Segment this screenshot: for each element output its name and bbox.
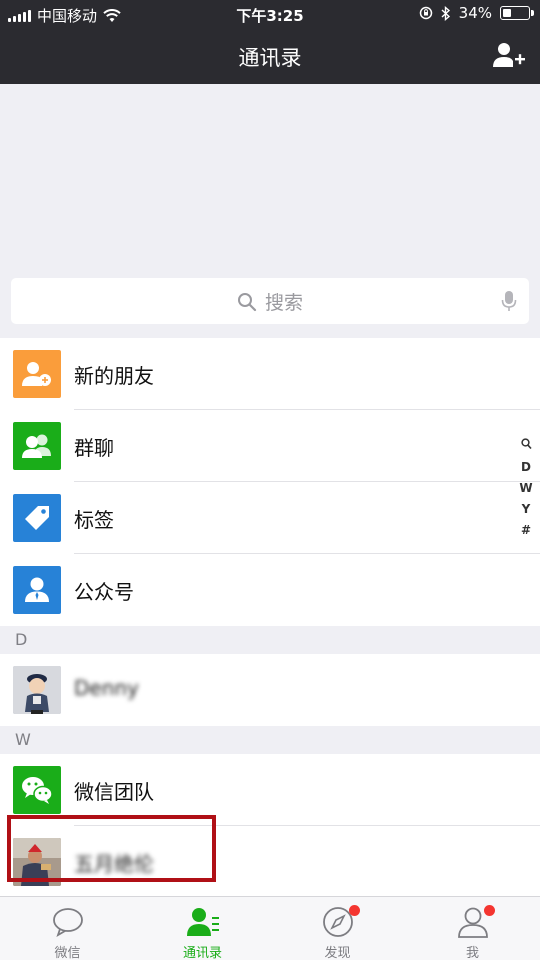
tab-label: 通讯录 [182,946,222,960]
row-group-chats[interactable]: 群聊 [0,410,540,482]
row-official-accounts[interactable]: 公众号 [0,554,540,626]
contact-name: Denny [74,676,139,700]
contact-name: 五月绝伦 [74,852,154,876]
add-contact-button[interactable] [492,40,526,72]
contact-row[interactable]: 五月绝伦 [0,826,540,898]
new-friend-icon [13,350,61,398]
section-letter: W [15,730,31,749]
row-label: 标签 [74,508,114,532]
tab-me[interactable]: 我 [405,897,540,960]
avatar [13,838,61,886]
page-title: 通讯录 [238,46,302,70]
contacts-icon [186,908,219,936]
badge-dot [484,905,495,916]
microphone-icon[interactable] [501,290,517,312]
tab-label: 我 [465,946,479,960]
tab-discover[interactable]: 发现 [270,897,405,960]
index-letter[interactable]: # [521,522,531,539]
wechat-team-icon [13,766,61,814]
official-account-icon [13,566,61,614]
contact-name: 微信团队 [74,780,154,804]
tab-contacts[interactable]: 通讯录 [135,897,270,960]
row-tags[interactable]: 标签 [0,482,540,554]
tab-label: 微信 [54,946,81,960]
index-search-icon[interactable] [520,438,532,455]
section-header: D [0,626,540,654]
tag-icon [13,494,61,542]
row-new-friends[interactable]: 新的朋友 [0,338,540,410]
index-letter[interactable]: Y [522,501,531,518]
tab-label: 发现 [324,946,351,960]
battery-percent: 34% [458,4,492,22]
search-icon [237,292,257,311]
group-chat-icon [13,422,61,470]
row-label: 群聊 [74,436,114,460]
badge-dot [349,905,360,916]
search-bar[interactable]: 搜索 [11,278,529,324]
contact-row[interactable]: Denny [0,654,540,726]
index-letter[interactable]: W [519,480,532,497]
tab-bar: 微信 通讯录 发现 我 [0,896,540,960]
tab-chats[interactable]: 微信 [0,897,135,960]
rotation-lock-icon [419,6,432,20]
row-label: 公众号 [74,580,134,604]
add-contact-icon [493,43,525,67]
search-placeholder: 搜索 [264,292,303,314]
chat-bubble-icon [52,908,83,937]
alphabet-index[interactable]: D W Y # [519,438,533,539]
section-letter: D [15,630,28,649]
battery-icon [500,6,534,20]
contact-row[interactable]: 微信团队 [0,754,540,826]
row-label: 新的朋友 [74,364,154,388]
nav-bar: 通讯录 [0,28,540,84]
section-header: W [0,726,540,754]
index-letter[interactable]: D [521,459,531,476]
avatar [13,666,61,714]
status-bar: 中国移动 下午3:25 34% [0,0,540,28]
bluetooth-icon [441,5,450,21]
